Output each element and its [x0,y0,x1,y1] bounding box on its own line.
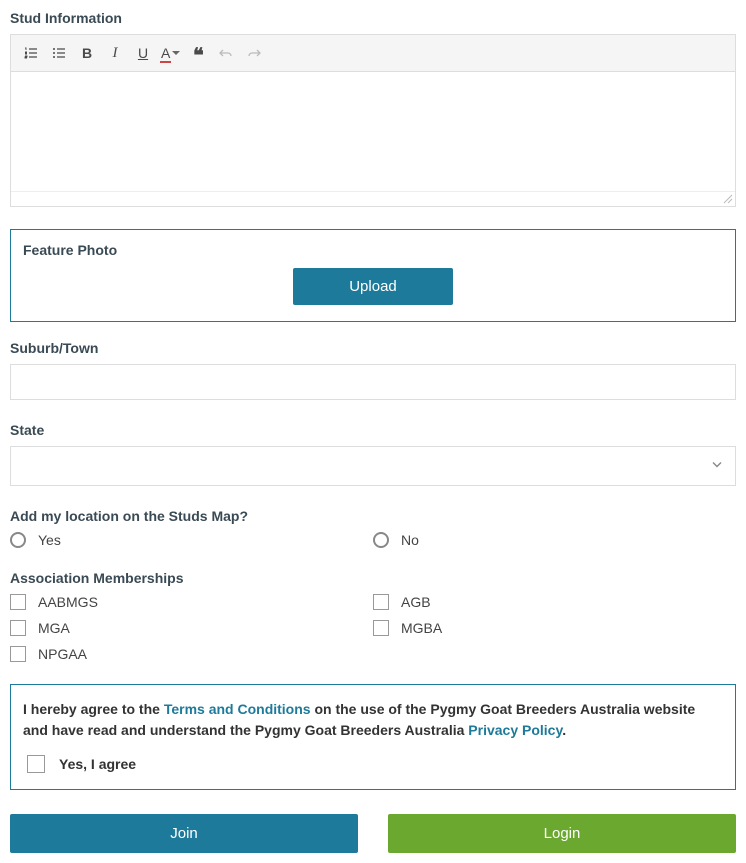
checkbox-mga-label: MGA [38,620,70,636]
blockquote-button[interactable]: ❝ [186,41,210,65]
checkbox-mga[interactable] [10,620,26,636]
agree-check-item: Yes, I agree [23,755,723,773]
studs-map-label: Add my location on the Studs Map? [10,508,736,524]
redo-button[interactable] [242,41,266,65]
checkbox-mgba-label: MGBA [401,620,442,636]
editor-footer [11,192,735,206]
privacy-link[interactable]: Privacy Policy [468,722,562,738]
check-item-agb: AGB [373,594,736,610]
login-button[interactable]: Login [388,814,736,853]
undo-button[interactable] [214,41,238,65]
suburb-input[interactable] [10,364,736,400]
feature-photo-section: Feature Photo Upload [10,229,736,322]
rich-text-editor: B I U A ❝ [10,34,736,207]
upload-button[interactable]: Upload [293,268,453,305]
check-item-mga: MGA [10,620,373,636]
checkbox-agb-label: AGB [401,594,431,610]
check-item-aabmgs: AABMGS [10,594,373,610]
join-button[interactable]: Join [10,814,358,853]
check-item-npgaa: NPGAA [10,646,373,662]
agreement-text: I hereby agree to the Terms and Conditio… [23,699,723,741]
ordered-list-icon[interactable] [19,41,43,65]
unordered-list-icon[interactable] [47,41,71,65]
studs-map-radio-group: Yes No [10,532,736,548]
editor-content-area[interactable] [11,72,735,192]
form-actions: Join Login [10,814,736,853]
agreement-section: I hereby agree to the Terms and Conditio… [10,684,736,790]
checkbox-npgaa-label: NPGAA [38,646,87,662]
resize-handle-icon[interactable] [723,194,733,204]
checkbox-aabmgs-label: AABMGS [38,594,98,610]
checkbox-mgba[interactable] [373,620,389,636]
state-select[interactable] [10,446,736,486]
radio-no-item: No [373,532,736,548]
suburb-label: Suburb/Town [10,340,736,356]
checkbox-npgaa[interactable] [10,646,26,662]
checkbox-agb[interactable] [373,594,389,610]
radio-yes[interactable] [10,532,26,548]
radio-yes-item: Yes [10,532,373,548]
checkbox-agree[interactable] [27,755,45,773]
font-color-button[interactable]: A [159,41,182,65]
radio-no[interactable] [373,532,389,548]
agree-check-label: Yes, I agree [59,756,136,772]
checkbox-aabmgs[interactable] [10,594,26,610]
terms-link[interactable]: Terms and Conditions [164,701,311,717]
stud-info-label: Stud Information [10,10,736,26]
italic-button[interactable]: I [103,41,127,65]
bold-button[interactable]: B [75,41,99,65]
feature-photo-label: Feature Photo [23,242,723,258]
state-label: State [10,422,736,438]
memberships-group: AABMGS MGA NPGAA AGB MGBA [10,594,736,662]
radio-yes-label: Yes [38,532,61,548]
chevron-down-icon [172,51,180,55]
editor-toolbar: B I U A ❝ [11,35,735,72]
underline-button[interactable]: U [131,41,155,65]
radio-no-label: No [401,532,419,548]
check-item-mgba: MGBA [373,620,736,636]
memberships-label: Association Memberships [10,570,736,586]
